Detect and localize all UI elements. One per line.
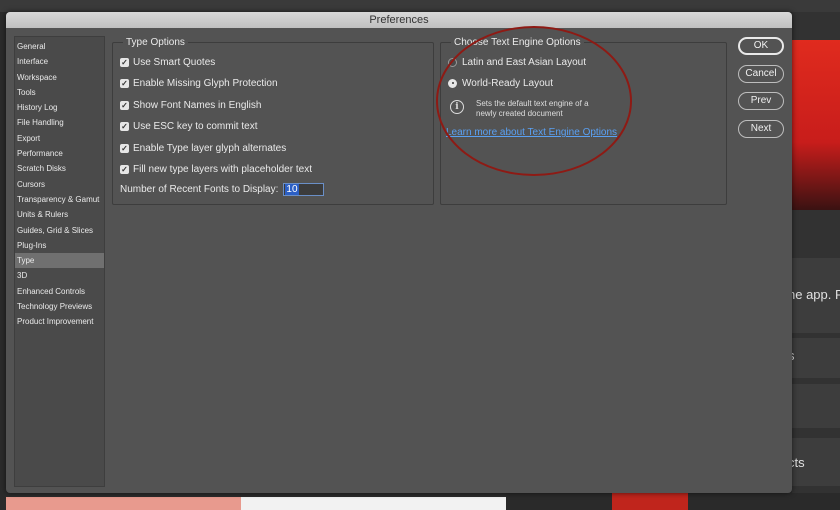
checkbox-checked-icon[interactable]: ✓	[120, 143, 129, 153]
text-engine-info: i Sets the default text engine of a newl…	[450, 99, 611, 119]
background-color-swatch	[792, 40, 840, 210]
sidebar-list: General Interface Workspace Tools History Lo…	[15, 37, 104, 330]
recent-fonts-label: Number of Recent Fonts to Display:	[120, 184, 279, 195]
text-engine-title: Choose Text Engine Options	[451, 37, 584, 48]
sidebar-item-transparency-gamut[interactable]: Transparency & Gamut	[15, 192, 104, 207]
sidebar-item-units-rulers[interactable]: Units & Rulers	[15, 207, 104, 222]
info-text: Sets the default text engine of a newly …	[476, 99, 589, 118]
info-icon: i	[450, 100, 464, 114]
checkbox-checked-icon[interactable]: ✓	[120, 100, 129, 110]
learn-more-link[interactable]: Learn more about Text Engine Options	[446, 127, 617, 138]
sidebar-item-guides-grid-slices[interactable]: Guides, Grid & Slices	[15, 223, 104, 238]
prev-button[interactable]: Prev	[738, 92, 784, 110]
sidebar-item-technology-previews[interactable]: Technology Previews	[15, 299, 104, 314]
sidebar-item-performance[interactable]: Performance	[15, 146, 104, 161]
radio-world-ready[interactable]: World-Ready Layout	[448, 76, 553, 90]
background-card	[792, 384, 840, 428]
preferences-sidebar: General Interface Workspace Tools History Lo…	[14, 36, 105, 487]
recent-fonts-value[interactable]: 10	[285, 184, 299, 195]
sidebar-item-interface[interactable]: Interface	[15, 54, 104, 69]
sidebar-item-tools[interactable]: Tools	[15, 85, 104, 100]
checkbox-missing-glyph[interactable]: ✓ Enable Missing Glyph Protection	[120, 76, 278, 90]
checkbox-smart-quotes[interactable]: ✓ Use Smart Quotes	[120, 55, 215, 69]
checkbox-esc-commit[interactable]: ✓ Use ESC key to commit text	[120, 119, 257, 133]
ok-button[interactable]: OK	[738, 37, 784, 55]
checkbox-checked-icon[interactable]: ✓	[120, 121, 129, 131]
checkbox-placeholder-text[interactable]: ✓ Fill new type layers with placeholder …	[120, 162, 312, 176]
background-text: he app. Pic	[788, 287, 840, 302]
text-engine-group: Choose Text Engine Options Latin and Eas…	[440, 37, 727, 205]
checkbox-font-names-english[interactable]: ✓ Show Font Names in English	[120, 98, 261, 112]
sidebar-item-scratch-disks[interactable]: Scratch Disks	[15, 161, 104, 176]
sidebar-item-3d[interactable]: 3D	[15, 268, 104, 283]
background-card	[792, 338, 840, 378]
sidebar-item-export[interactable]: Export	[15, 131, 104, 146]
sidebar-item-history-log[interactable]: History Log	[15, 100, 104, 115]
sidebar-item-cursors[interactable]: Cursors	[15, 177, 104, 192]
dialog-title[interactable]: Preferences	[6, 12, 792, 28]
checkbox-checked-icon[interactable]: ✓	[120, 78, 129, 88]
sidebar-item-product-improvement[interactable]: Product Improvement	[15, 314, 104, 329]
type-options-title: Type Options	[123, 37, 188, 48]
radio-unselected-icon[interactable]	[448, 57, 457, 67]
sidebar-item-plug-ins[interactable]: Plug-Ins	[15, 238, 104, 253]
background-thumbnail	[6, 497, 241, 510]
sidebar-item-enhanced-controls[interactable]: Enhanced Controls	[15, 284, 104, 299]
background-app-topbar	[0, 0, 840, 12]
recent-fonts-input[interactable]: 10	[283, 183, 325, 196]
checkbox-checked-icon[interactable]: ✓	[120, 57, 129, 67]
checkbox-checked-icon[interactable]: ✓	[120, 164, 129, 174]
sidebar-item-workspace[interactable]: Workspace	[15, 70, 104, 85]
next-button[interactable]: Next	[738, 120, 784, 138]
recent-fonts-row: Number of Recent Fonts to Display: 10	[120, 183, 325, 196]
sidebar-item-type[interactable]: Type	[15, 253, 104, 269]
checkbox-glyph-alternates[interactable]: ✓ Enable Type layer glyph alternates	[120, 141, 286, 155]
radio-latin-east-asian[interactable]: Latin and East Asian Layout	[448, 55, 586, 69]
background-thumbnail	[612, 492, 688, 510]
cancel-button[interactable]: Cancel	[738, 65, 784, 83]
sidebar-item-general[interactable]: General	[15, 39, 104, 54]
radio-selected-icon[interactable]	[448, 78, 457, 88]
type-options-group: Type Options ✓ Use Smart Quotes ✓ Enable…	[112, 37, 434, 205]
sidebar-item-file-handling[interactable]: File Handling	[15, 115, 104, 130]
preferences-dialog: Preferences General Interface Workspace Too…	[6, 12, 792, 493]
background-thumbnail	[241, 497, 506, 510]
